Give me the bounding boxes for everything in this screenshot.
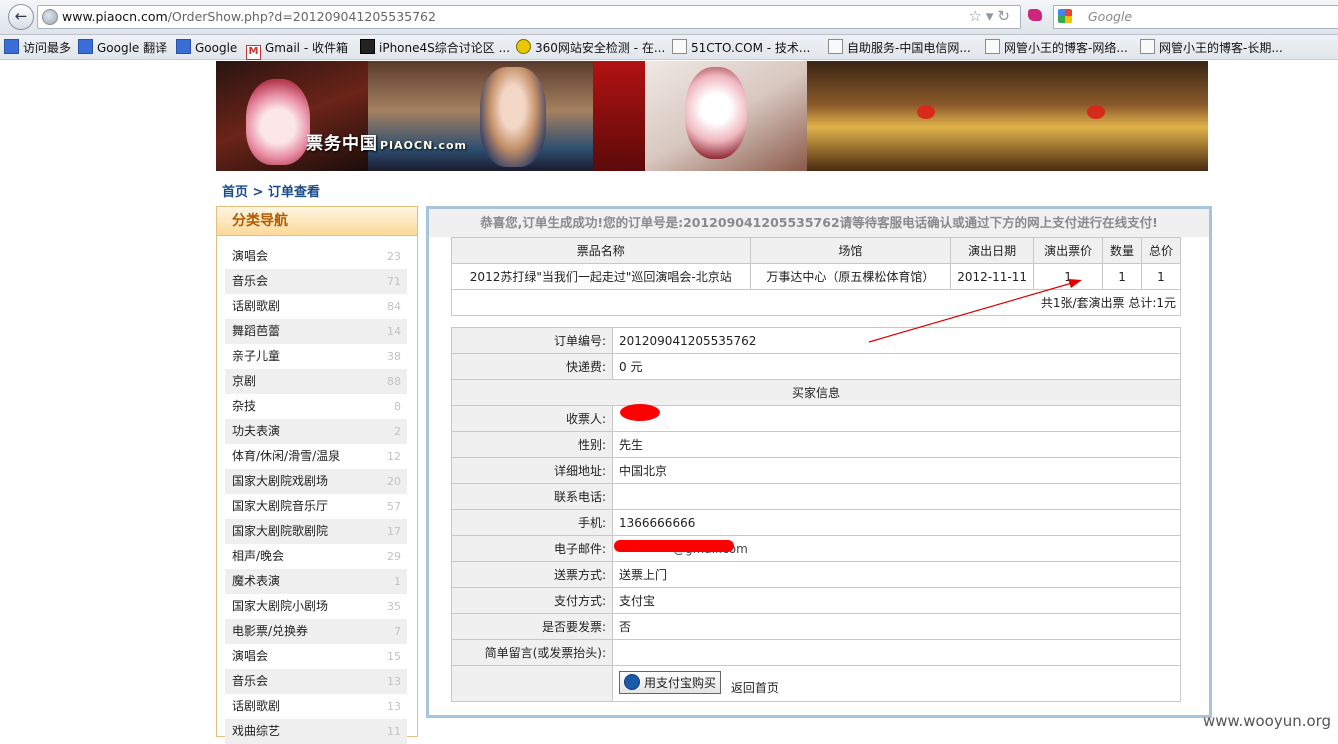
annotation-arrow	[868, 279, 1082, 343]
watermark: www.wooyun.org	[1203, 712, 1332, 730]
